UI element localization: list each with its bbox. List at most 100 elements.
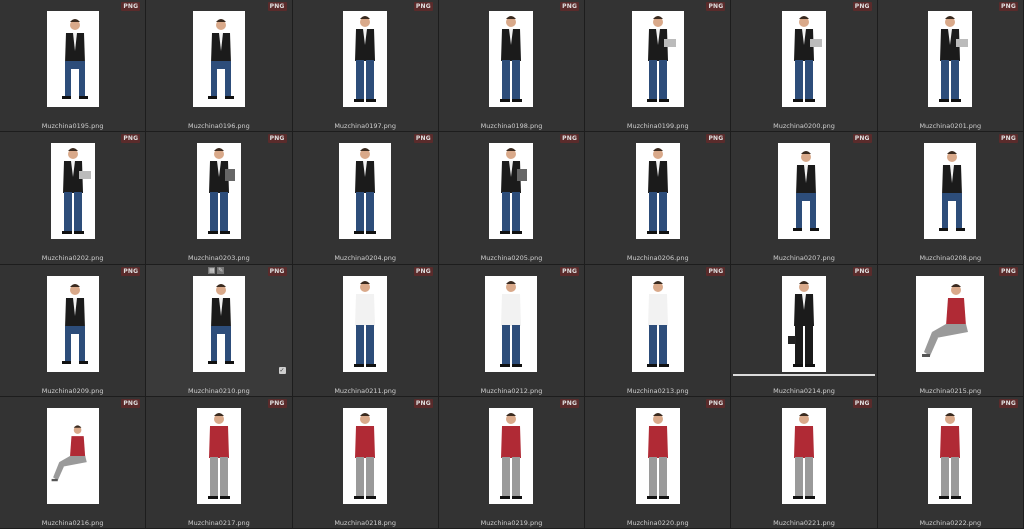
file-type-badge: PNG — [267, 398, 287, 408]
file-name: Muzchina0213.png — [626, 386, 689, 395]
thumbnail-cell[interactable]: PNG Muzchina0202.png — [0, 132, 147, 265]
file-type-badge: PNG — [999, 398, 1018, 408]
thumbnail-image[interactable] — [485, 275, 538, 372]
file-name: Muzchina0204.png — [334, 254, 397, 263]
thumbnail-image[interactable] — [50, 143, 95, 240]
file-type-badge: PNG — [121, 134, 141, 144]
file-type-badge: PNG — [121, 266, 141, 276]
thumbnail-image[interactable] — [782, 407, 827, 504]
file-type-badge: PNG — [852, 2, 872, 11]
thumbnail-image[interactable] — [635, 407, 680, 504]
thumbnail-cell[interactable]: PNG Muzchina0211.png — [292, 264, 439, 397]
file-name: Muzchina0195.png — [41, 122, 104, 130]
thumbnail-image[interactable] — [343, 407, 388, 504]
file-name: Muzchina0214.png — [773, 386, 835, 395]
file-type-badge: PNG — [560, 2, 580, 11]
file-name: Muzchina0207.png — [773, 254, 835, 263]
thumbnail-image[interactable] — [339, 143, 392, 240]
thumbnail-image[interactable] — [928, 11, 973, 107]
thumbnail-image[interactable] — [46, 407, 99, 504]
file-type-badge: PNG — [560, 266, 580, 276]
thumbnail-image[interactable] — [631, 11, 684, 107]
thumbnail-cell[interactable]: PNG Muzchina0200.png — [731, 0, 878, 133]
edit-icon[interactable]: ✎ — [217, 266, 225, 274]
thumbnail-cell[interactable]: PNG Muzchina0219.png — [438, 396, 586, 529]
file-type-badge: PNG — [267, 266, 287, 276]
thumbnail-cell[interactable]: PNG Muzchina0216.png — [0, 396, 147, 529]
thumbnail-image[interactable] — [343, 275, 388, 372]
checkbox-icon[interactable]: ✓ — [278, 366, 286, 374]
file-name: Muzchina0203.png — [188, 254, 250, 263]
file-type-badge: PNG — [413, 266, 433, 276]
file-name: Muzchina0220.png — [626, 518, 689, 527]
file-name: Muzchina0201.png — [919, 122, 982, 130]
file-type-badge: PNG — [852, 134, 872, 144]
thumbnail-cell[interactable]: PNG Muzchina0204.png — [292, 132, 439, 265]
file-name: Muzchina0197.png — [334, 122, 397, 130]
thumbnail-image[interactable] — [782, 275, 827, 372]
thumbnail-image[interactable] — [782, 11, 827, 107]
file-type-badge: PNG — [413, 134, 433, 144]
thumbnail-grid: PNG Muzchina0195.png PNG Muzchina0196.png… — [0, 0, 1024, 529]
thumbnail-cell[interactable]: PNG Muzchina0199.png — [585, 0, 732, 133]
thumbnail-cell[interactable]: PNG Muzchina0198.png — [438, 0, 586, 133]
thumbnail-cell[interactable]: PNG Muzchina0212.png — [438, 264, 586, 397]
thumbnail-image[interactable] — [192, 11, 245, 107]
file-type-badge: PNG — [560, 398, 580, 408]
thumbnail-image[interactable] — [46, 11, 99, 107]
file-type-badge: PNG — [413, 2, 433, 11]
thumbnail-cell[interactable]: PNG Muzchina0217.png — [146, 396, 293, 529]
thumbnail-image[interactable] — [196, 143, 241, 240]
file-name: Muzchina0206.png — [626, 254, 689, 263]
file-type-badge: PNG — [999, 134, 1018, 144]
thumbnail-image[interactable] — [778, 143, 831, 240]
thumbnail-cell[interactable]: PNG Muzchina0206.png — [585, 132, 732, 265]
thumbnail-image[interactable] — [916, 275, 985, 372]
thumbnail-cell[interactable]: PNG Muzchina0222.png — [877, 396, 1024, 529]
thumbnail-cell[interactable]: PNG Muzchina0195.png — [0, 0, 147, 133]
file-name: Muzchina0209.png — [41, 386, 104, 395]
thumbnail-image[interactable] — [489, 407, 534, 504]
thumbnail-cell[interactable]: PNG Muzchina0196.png — [146, 0, 293, 133]
file-name: Muzchina0212.png — [480, 386, 543, 395]
thumbnail-cell[interactable]: PNG Muzchina0213.png — [585, 264, 732, 397]
file-name: Muzchina0202.png — [41, 254, 104, 263]
thumbnail-cell[interactable]: PNG Muzchina0218.png — [292, 396, 439, 529]
thumbnail-cell[interactable]: PNG Muzchina0203.png — [146, 132, 293, 265]
grid-icon[interactable]: ▦ — [208, 266, 216, 274]
thumbnail-image[interactable] — [196, 407, 241, 504]
file-name: Muzchina0219.png — [480, 518, 543, 527]
thumbnail-cell[interactable]: PNG Muzchina0221.png — [731, 396, 878, 529]
thumbnail-cell[interactable]: PNG Muzchina0208.png — [877, 132, 1024, 265]
thumbnail-cell[interactable]: PNG Muzchina0220.png — [585, 396, 732, 529]
file-name: Muzchina0222.png — [919, 518, 982, 527]
file-name: Muzchina0215.png — [919, 386, 982, 395]
thumbnail-image[interactable] — [192, 275, 245, 372]
file-name: Muzchina0199.png — [626, 122, 689, 130]
thumbnail-image[interactable] — [343, 11, 388, 107]
thumbnail-cell[interactable]: PNG Muzchina0215.png — [877, 264, 1024, 397]
thumbnail-cell[interactable]: PNG Muzchina0214.png — [731, 264, 878, 397]
cell-toolbar: ▦ ✎ — [208, 266, 225, 274]
file-type-badge: PNG — [121, 398, 141, 408]
file-name: Muzchina0218.png — [334, 518, 397, 527]
file-name: Muzchina0216.png — [41, 518, 104, 527]
thumbnail-image[interactable] — [635, 143, 680, 240]
file-name: Muzchina0221.png — [773, 518, 835, 527]
file-type-badge: PNG — [706, 398, 726, 408]
thumbnail-image[interactable] — [46, 275, 99, 372]
thumbnail-cell[interactable]: PNG Muzchina0205.png — [438, 132, 586, 265]
thumbnail-image[interactable] — [489, 11, 534, 107]
thumbnail-image[interactable] — [928, 407, 973, 504]
thumbnail-cell[interactable]: PNG Muzchina0207.png — [731, 132, 878, 265]
thumbnail-image[interactable] — [924, 143, 977, 240]
thumbnail-cell[interactable]: PNG ▦ ✎ ✓ Muzchina0210.png — [146, 264, 293, 397]
file-type-badge: PNG — [706, 266, 726, 276]
thumbnail-image[interactable] — [631, 275, 684, 372]
thumbnail-cell[interactable]: PNG Muzchina0209.png — [0, 264, 147, 397]
thumbnail-cell[interactable]: PNG Muzchina0201.png — [877, 0, 1024, 133]
thumbnail-cell[interactable]: PNG Muzchina0197.png — [292, 0, 439, 133]
thumbnail-image[interactable] — [489, 143, 534, 240]
file-type-badge: PNG — [267, 134, 287, 144]
file-type-badge: PNG — [852, 398, 872, 408]
